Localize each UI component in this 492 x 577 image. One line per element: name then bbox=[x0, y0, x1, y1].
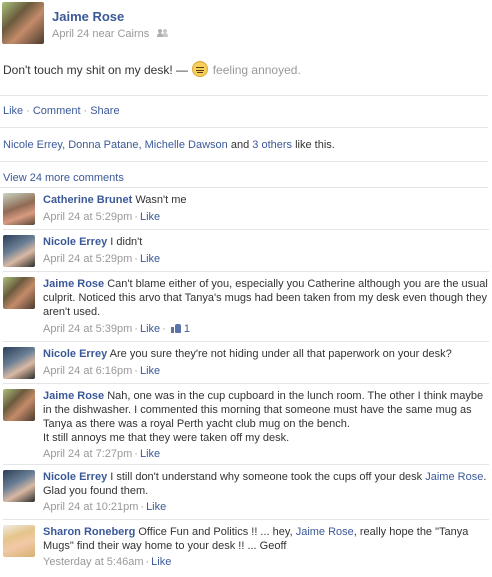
likers-and: and bbox=[230, 139, 250, 151]
post-date[interactable]: April 24 bbox=[52, 28, 89, 40]
avatar[interactable] bbox=[3, 347, 35, 379]
comment-meta: April 24 at 5:39pm · Like · 1 bbox=[43, 322, 489, 336]
comment-text: I didn't bbox=[110, 236, 143, 248]
post-meta: April 24 near Cairns bbox=[52, 28, 169, 40]
mention-link[interactable]: Jaime Rose bbox=[296, 526, 354, 538]
avatar[interactable] bbox=[3, 525, 35, 557]
separator: · bbox=[134, 448, 138, 460]
separator: · bbox=[162, 323, 166, 335]
mention-link[interactable]: Jaime Rose bbox=[425, 471, 483, 483]
comment-body: Catherine Brunet Wasn't me April 24 at 5… bbox=[43, 193, 489, 224]
location-prefix: near bbox=[92, 28, 115, 40]
avatar[interactable] bbox=[3, 235, 35, 267]
comment-body: Sharon Roneberg Office Fun and Politics … bbox=[43, 525, 489, 569]
comment-meta: April 24 at 6:16pm · Like bbox=[43, 364, 489, 378]
view-more-comments-link[interactable]: View 24 more comments bbox=[3, 172, 124, 184]
likers-suffix: like this. bbox=[295, 139, 335, 151]
comment-timestamp[interactable]: April 24 at 6:16pm bbox=[43, 365, 132, 377]
divider bbox=[0, 127, 488, 128]
comment-like-button[interactable]: Like bbox=[140, 323, 160, 335]
comment-like-button[interactable]: Like bbox=[140, 211, 160, 223]
comment-meta: April 24 at 10:21pm · Like bbox=[43, 500, 489, 514]
comment-body: Nicole Errey Are you sure they're not hi… bbox=[43, 347, 489, 378]
comment-like-button[interactable]: Like bbox=[140, 448, 160, 460]
comment-timestamp[interactable]: April 24 at 5:29pm bbox=[43, 211, 132, 223]
divider bbox=[3, 271, 489, 272]
comment-text: I still don't understand why someone too… bbox=[110, 471, 423, 483]
comment-text: Nah, one was in the cup cupboard in the … bbox=[43, 390, 484, 430]
comment-author[interactable]: Nicole Errey bbox=[43, 236, 107, 248]
avatar[interactable] bbox=[3, 277, 35, 309]
comment-meta: April 24 at 5:29pm · Like bbox=[43, 252, 489, 266]
author-name[interactable]: Jaime Rose bbox=[52, 9, 124, 24]
comment-text: Office Fun and Politics !! ... hey, bbox=[138, 526, 293, 538]
comment-text: Can't blame either of you, especially yo… bbox=[43, 278, 488, 318]
avatar[interactable] bbox=[3, 193, 35, 225]
divider bbox=[0, 95, 488, 96]
comment-like-button[interactable]: Like bbox=[151, 556, 171, 568]
divider bbox=[3, 519, 489, 520]
divider bbox=[3, 464, 489, 465]
divider bbox=[0, 187, 488, 188]
comment-author[interactable]: Catherine Brunet bbox=[43, 194, 132, 206]
comment-button[interactable]: Comment bbox=[33, 105, 81, 117]
comment-timestamp[interactable]: April 24 at 7:27pm bbox=[43, 448, 132, 460]
status-text: Don't touch my shit on my desk! — bbox=[3, 63, 189, 77]
liker-names[interactable]: Nicole Errey, Donna Patane, Michelle Daw… bbox=[3, 139, 228, 151]
separator: · bbox=[134, 211, 138, 223]
comment-meta: April 24 at 5:29pm · Like bbox=[43, 210, 489, 224]
separator: · bbox=[83, 105, 88, 117]
comment-text: Wasn't me bbox=[135, 194, 187, 206]
comment-text: Are you sure they're not hiding under al… bbox=[109, 348, 452, 360]
comment-body: Jaime Rose Can't blame either of you, es… bbox=[43, 277, 489, 336]
post-actions: Like · Comment · Share bbox=[3, 105, 120, 117]
comment-timestamp[interactable]: Yesterday at 5:46am bbox=[43, 556, 144, 568]
like-button[interactable]: Like bbox=[3, 105, 23, 117]
feeling-text[interactable]: feeling annoyed. bbox=[213, 63, 301, 77]
avatar[interactable] bbox=[3, 470, 35, 502]
separator: · bbox=[134, 253, 138, 265]
divider bbox=[3, 383, 489, 384]
separator: · bbox=[134, 323, 138, 335]
comment-author[interactable]: Sharon Roneberg bbox=[43, 526, 135, 538]
comment-author[interactable]: Jaime Rose bbox=[43, 278, 104, 290]
comment-like-button[interactable]: Like bbox=[140, 253, 160, 265]
divider bbox=[0, 161, 488, 162]
comment-body: Jaime Rose Nah, one was in the cup cupbo… bbox=[43, 389, 489, 461]
comment-meta: Yesterday at 5:46am · Like bbox=[43, 555, 489, 569]
comment-author[interactable]: Nicole Errey bbox=[43, 471, 107, 483]
separator: · bbox=[134, 365, 138, 377]
friends-icon[interactable] bbox=[157, 28, 169, 38]
share-button[interactable]: Share bbox=[90, 105, 119, 117]
comment-like-button[interactable]: Like bbox=[140, 365, 160, 377]
separator: · bbox=[26, 105, 30, 117]
thumbs-up-icon[interactable] bbox=[170, 323, 181, 333]
avatar[interactable] bbox=[3, 389, 35, 421]
status-message: Don't touch my shit on my desk! — feelin… bbox=[3, 61, 301, 77]
divider bbox=[3, 341, 489, 342]
likers-others-link[interactable]: 3 others bbox=[252, 139, 292, 151]
annoyed-emoji-icon bbox=[192, 61, 209, 77]
separator: · bbox=[145, 556, 150, 568]
comment-timestamp[interactable]: April 24 at 10:21pm bbox=[43, 501, 138, 513]
comment-timestamp[interactable]: April 24 at 5:39pm bbox=[43, 323, 132, 335]
likers-summary: Nicole Errey, Donna Patane, Michelle Daw… bbox=[3, 139, 335, 151]
comment-author[interactable]: Jaime Rose bbox=[43, 390, 104, 402]
post-header: Jaime Rose April 24 near Cairns bbox=[2, 2, 490, 46]
comment-body: Nicole Errey I didn't April 24 at 5:29pm… bbox=[43, 235, 489, 266]
comment-meta: April 24 at 7:27pm · Like bbox=[43, 447, 489, 461]
comment-body: Nicole Errey I still don't understand wh… bbox=[43, 470, 489, 514]
comment-timestamp[interactable]: April 24 at 5:29pm bbox=[43, 253, 132, 265]
comment-author[interactable]: Nicole Errey bbox=[43, 348, 107, 360]
comment-like-button[interactable]: Like bbox=[146, 501, 166, 513]
author-avatar[interactable] bbox=[2, 2, 44, 44]
divider bbox=[3, 229, 489, 230]
comment-like-count[interactable]: 1 bbox=[184, 323, 190, 335]
separator: · bbox=[140, 501, 145, 513]
comment-text-line2: It still annoys me that they were taken … bbox=[43, 432, 290, 444]
post-location[interactable]: Cairns bbox=[117, 28, 149, 40]
